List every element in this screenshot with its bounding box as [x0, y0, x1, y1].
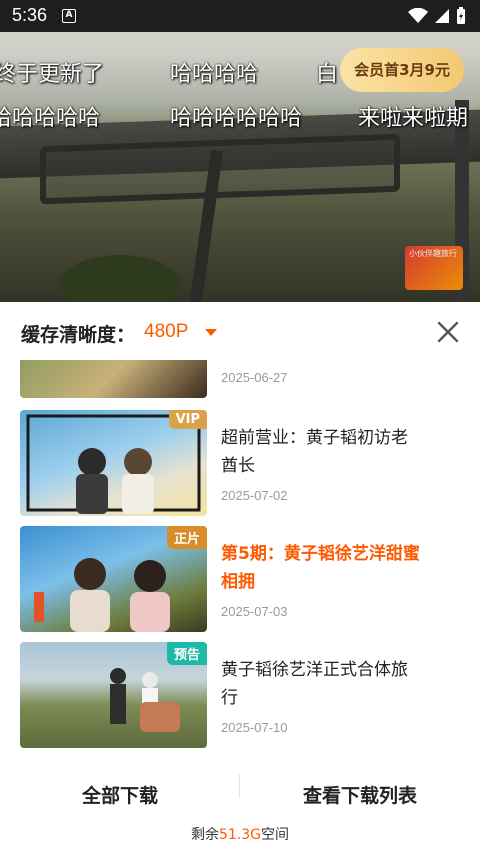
quality-label: 缓存清晰度：: [21, 324, 136, 346]
download-all-button[interactable]: 全部下载: [0, 774, 240, 818]
danmaku-comment: 哈哈哈哈哈哈: [170, 106, 303, 131]
battery-icon: [457, 7, 465, 24]
preview-badge: 预告: [166, 642, 207, 665]
storage-suffix: 空间: [261, 827, 290, 843]
vip-promo-button[interactable]: 会员首3月9元: [340, 48, 464, 92]
episode-thumbnail: 预告: [20, 642, 207, 748]
episode-date: 2025-07-02: [221, 488, 288, 503]
show-logo: 小伙伴趣旅行: [405, 246, 463, 290]
danmaku-comment: 终于更新了: [0, 62, 105, 87]
vip-badge: VIP: [168, 410, 207, 429]
episode-list[interactable]: 2025-06-27 VIP 超前营业：黄子韬初访老酋长 2025-07-02: [0, 360, 480, 750]
storage-info: 剩余51.3G空间: [0, 824, 480, 844]
danmaku-comment: 白: [316, 62, 339, 87]
sheet-footer: 全部下载 查看下载列表: [0, 764, 480, 824]
episode-date: 2025-07-03: [221, 604, 288, 619]
episode-thumbnail: 正片: [20, 526, 207, 632]
storage-prefix: 剩余: [190, 827, 219, 843]
episode-title: 黄子韬徐艺洋正式合体旅行: [221, 660, 408, 708]
episode-date: 2025-06-27: [221, 370, 288, 385]
episode-item[interactable]: VIP 超前营业：黄子韬初访老酋长 2025-07-02: [0, 410, 480, 516]
episode-title: 超前营业：黄子韬初访老酋长: [221, 428, 408, 476]
episode-item[interactable]: 预告 黄子韬徐艺洋正式合体旅行 2025-07-10: [0, 642, 480, 748]
danmaku-comment: 哈哈哈哈: [170, 62, 259, 87]
view-download-list-button[interactable]: 查看下载列表: [240, 774, 480, 818]
main-episode-badge: 正片: [166, 526, 207, 549]
danmaku-comment: 来啦来啦期: [358, 106, 469, 131]
show-logo-text: 小伙伴趣旅行: [409, 249, 457, 258]
video-player[interactable]: 5:36 A 小伙伴趣旅行 终于更新了 哈哈哈哈 白 哈哈哈哈哈 哈哈哈哈哈哈 …: [0, 0, 480, 302]
quality-dropdown-icon[interactable]: [205, 329, 217, 336]
episode-thumbnail: VIP: [20, 410, 207, 516]
cell-signal-icon: [435, 9, 449, 23]
wifi-icon: [408, 8, 428, 23]
episode-date: 2025-07-10: [221, 720, 288, 735]
danmaku-comment: 哈哈哈哈哈: [0, 106, 101, 131]
scene-bush: [60, 255, 180, 302]
quality-value[interactable]: 480P: [144, 321, 188, 343]
episode-item-active[interactable]: 正片 第5期：黄子韬徐艺洋甜蜜相拥 2025-07-03: [0, 526, 480, 632]
status-time: 5:36: [12, 5, 48, 25]
episode-title: 第5期：黄子韬徐艺洋甜蜜相拥: [221, 544, 420, 592]
episode-thumbnail: [20, 360, 207, 398]
status-icons: [408, 7, 466, 25]
download-sheet: 缓存清晰度： 480P 2025-06-27 VIP 超前营业：黄子韬初访老酋长…: [0, 302, 480, 855]
episode-item[interactable]: 2025-06-27: [0, 360, 480, 398]
storage-value: 51.3G: [218, 827, 262, 843]
close-icon[interactable]: [436, 320, 460, 344]
sheet-header: 缓存清晰度： 480P: [0, 302, 480, 362]
status-bar: 5:36 A: [0, 0, 480, 32]
notification-icon: A: [62, 9, 76, 23]
